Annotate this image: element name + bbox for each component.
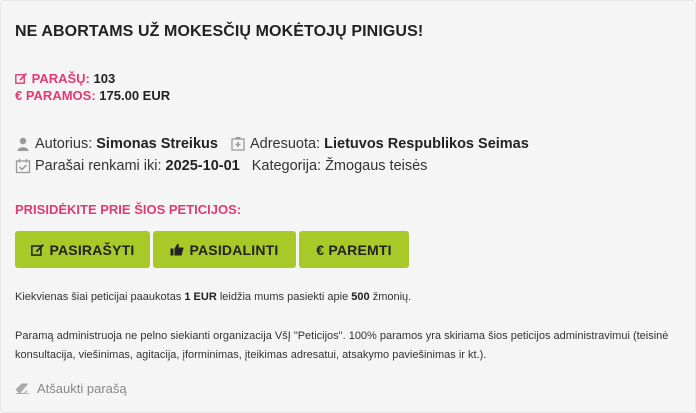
share-button-label: PASIDALINTI bbox=[189, 241, 279, 258]
meta-row-deadline: Parašai renkami iki: 2025-10-01 Kategori… bbox=[15, 158, 427, 174]
signatures-label: PARAŠŲ: bbox=[31, 71, 90, 86]
funding-value: 175.00 EUR bbox=[99, 88, 171, 103]
calendar-check-icon bbox=[15, 159, 31, 174]
deadline-value: 2025-10-01 bbox=[165, 158, 240, 174]
note-part3: žmonių. bbox=[369, 291, 412, 303]
note-people: 500 bbox=[351, 291, 370, 303]
user-icon bbox=[17, 137, 29, 151]
sign-button-label: PASIRAŠYTI bbox=[49, 241, 135, 258]
author-value[interactable]: Simonas Streikus bbox=[96, 136, 218, 152]
funding-stat: € PARAMOS: 175.00 EUR bbox=[15, 88, 170, 103]
meta-row-author: Autorius: Simonas Streikus Adresuota: Li… bbox=[15, 136, 529, 152]
signatures-value: 103 bbox=[93, 71, 116, 86]
author-label: Autorius: bbox=[35, 136, 93, 152]
edit-icon bbox=[30, 243, 44, 256]
note-part2: leidžia mums pasiekti apie bbox=[216, 291, 352, 303]
addressed-value: Lietuvos Respublikos Seimas bbox=[324, 136, 529, 152]
join-heading: PRISIDĖKITE PRIE ŠIOS PETICIJOS: bbox=[15, 202, 242, 217]
support-button[interactable]: € PAREMTI bbox=[299, 231, 409, 268]
edit-icon bbox=[15, 72, 28, 84]
note-amount: 1 EUR bbox=[184, 291, 217, 303]
addressed-label: Adresuota: bbox=[249, 136, 321, 152]
category-value[interactable]: Žmogaus teisės bbox=[325, 158, 427, 174]
support-button-label: € PAREMTI bbox=[316, 241, 392, 258]
cancel-signature-link[interactable]: Atšaukti parašą bbox=[15, 381, 127, 396]
signatures-stat: PARAŠŲ: 103 bbox=[15, 71, 115, 86]
sign-button[interactable]: PASIRAŠYTI bbox=[15, 231, 150, 268]
share-button[interactable]: PASIDALINTI bbox=[153, 231, 296, 268]
hospital-icon bbox=[231, 137, 245, 151]
note-part1: Kiekvienas šiai peticijai paaukotas bbox=[15, 291, 185, 303]
donation-note: Kiekvienas šiai peticijai paaukotas 1 EU… bbox=[15, 291, 411, 303]
eraser-icon bbox=[15, 383, 29, 394]
petition-card: NE ABORTAMS UŽ MOKESČIŲ MOKĖTOJŲ PINIGUS… bbox=[0, 0, 696, 413]
cancel-signature-label: Atšaukti parašą bbox=[37, 381, 127, 396]
funding-label: € PARAMOS: bbox=[15, 88, 96, 103]
deadline-label: Parašai renkami iki: bbox=[35, 158, 162, 174]
petition-title: NE ABORTAMS UŽ MOKESČIŲ MOKĖTOJŲ PINIGUS… bbox=[15, 23, 424, 40]
signatures-label-wrap: PARAŠŲ: bbox=[15, 71, 94, 86]
administration-info: Paramą administruoja ne pelno siekianti … bbox=[15, 330, 669, 361]
category-label: Kategorija: bbox=[251, 158, 322, 174]
thumbs-up-icon bbox=[170, 243, 185, 256]
